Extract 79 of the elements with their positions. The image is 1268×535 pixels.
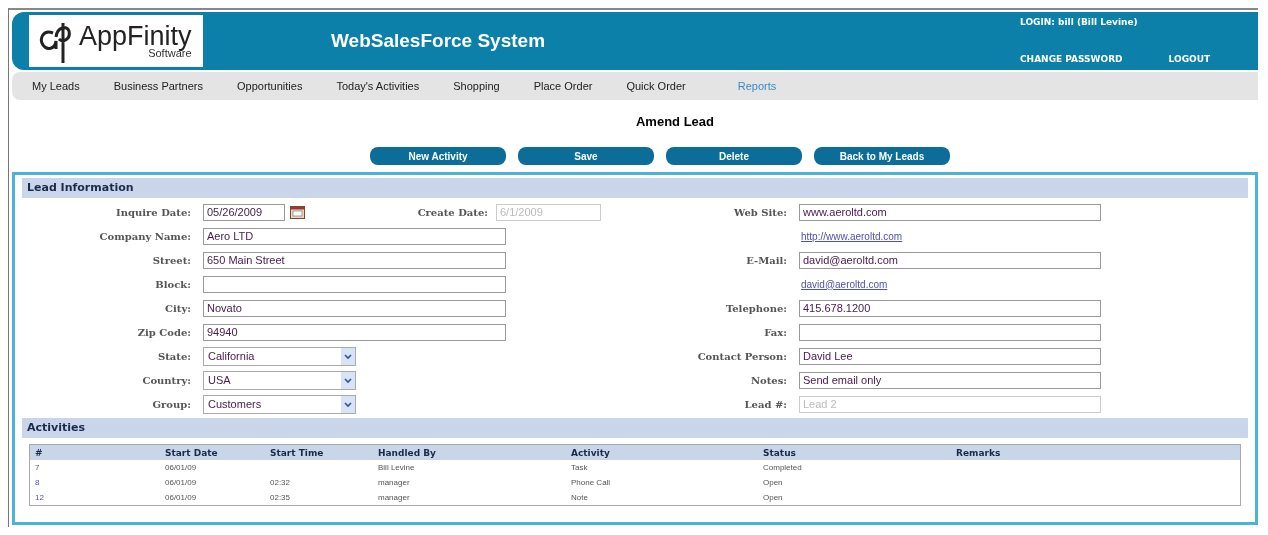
table-cell: Bill Levine	[373, 460, 566, 475]
field-label: Inquire Date:	[115, 206, 191, 218]
field-label: Group:	[151, 398, 191, 410]
table-cell-text: 06/01/09	[164, 492, 198, 504]
table-cell-text: manager	[377, 477, 411, 489]
field-label: Country:	[141, 374, 191, 386]
field-label: City:	[164, 302, 191, 314]
table-cell-text: Open	[762, 477, 784, 489]
nav-item[interactable]: Today's Activities	[336, 80, 420, 92]
field-label: State:	[157, 350, 191, 362]
logo-subtext: Software	[148, 48, 192, 59]
table-cell-text: 06/01/09	[164, 477, 198, 489]
logo-text: AppFinity	[79, 23, 192, 50]
column-header: Start Time	[265, 445, 373, 460]
page-title: Amend Lead	[635, 114, 715, 129]
nav-item[interactable]: Place Order	[533, 80, 593, 92]
input-field[interactable]: Aero LTD	[203, 227, 506, 245]
dropdown[interactable]: Customers	[203, 394, 356, 414]
input-field[interactable]: david@aeroltd.com	[799, 251, 1101, 269]
action-button[interactable]: Back to My Leads	[814, 147, 950, 165]
field-label: Company Name:	[98, 230, 191, 242]
table-cell-text: 02:35	[269, 492, 292, 504]
input-field[interactable]: 05/26/2009	[203, 203, 285, 221]
section-header: Lead Information	[22, 178, 1248, 198]
field-label: Create Date:	[416, 206, 488, 218]
calendar-icon[interactable]	[290, 205, 305, 219]
input-field[interactable]	[203, 275, 506, 293]
column-header: Activity	[566, 445, 758, 460]
field-label: Notes:	[749, 374, 787, 386]
nav-item[interactable]: Opportunities	[236, 80, 303, 92]
table-cell-text: Note	[570, 492, 589, 504]
input-field[interactable]: www.aeroltd.com	[799, 203, 1101, 221]
header-link[interactable]: LOGOUT	[1168, 54, 1211, 64]
field-label: Telephone:	[724, 302, 787, 314]
field-label: Lead #:	[743, 398, 787, 410]
input-field[interactable]: Novato	[203, 299, 506, 317]
column-header: #	[30, 445, 160, 460]
link[interactable]: http://www.aeroltd.com	[801, 230, 903, 242]
field-label: E-Mail:	[745, 254, 787, 266]
row-link[interactable]: 7	[35, 463, 40, 472]
table-cell: Completed	[758, 460, 951, 475]
input-field[interactable]: 650 Main Street	[203, 251, 506, 269]
input-field[interactable]: 94940	[203, 323, 506, 341]
row-link[interactable]: 8	[35, 478, 40, 487]
field-label: Block:	[154, 278, 191, 290]
table-cell: 06/01/09	[160, 460, 265, 475]
field-label: Fax:	[763, 326, 787, 338]
site-title: WebSalesForce System	[331, 30, 546, 52]
action-button[interactable]: New Activity	[370, 147, 506, 165]
input-field[interactable]: 415.678.1200	[799, 299, 1101, 317]
nav-item[interactable]: Business Partners	[113, 80, 203, 92]
field-label: Street:	[151, 254, 191, 266]
input-field[interactable]: Send email only	[799, 371, 1101, 389]
link[interactable]: david@aeroltd.com	[801, 278, 888, 290]
column-header: Status	[758, 445, 951, 460]
field-label: Contact Person:	[696, 350, 787, 362]
action-button[interactable]: Delete	[666, 147, 802, 165]
nav-item[interactable]: Quick Order	[626, 80, 686, 92]
column-header: Remarks	[951, 445, 1240, 460]
column-header: Start Date	[160, 445, 265, 460]
column-header: Handled By	[373, 445, 566, 460]
login-text: LOGIN: bill (Bill Levine)	[1020, 17, 1138, 27]
dropdown[interactable]: USA	[203, 370, 356, 390]
table-cell-text: 02:32	[269, 477, 292, 489]
table-cell-text: manager	[377, 492, 411, 504]
dropdown[interactable]: California	[203, 346, 356, 366]
row-link[interactable]: 12	[35, 493, 44, 502]
input-field[interactable]: David Lee	[799, 347, 1101, 365]
header-link[interactable]: CHANGE PASSWORD	[1020, 54, 1123, 64]
input-field[interactable]	[799, 323, 1101, 341]
nav-item[interactable]: My Leads	[32, 80, 80, 92]
table-cell: Task	[566, 460, 758, 475]
action-button[interactable]: Save	[518, 147, 654, 165]
table-cell-text: Phone Call	[570, 477, 612, 489]
table-cell-text: Open	[762, 492, 784, 504]
section-header: Activities	[22, 418, 1248, 438]
field-label: Zip Code:	[136, 326, 191, 338]
nav-item[interactable]: Shopping	[453, 80, 500, 92]
field-label: Web Site:	[733, 206, 787, 218]
